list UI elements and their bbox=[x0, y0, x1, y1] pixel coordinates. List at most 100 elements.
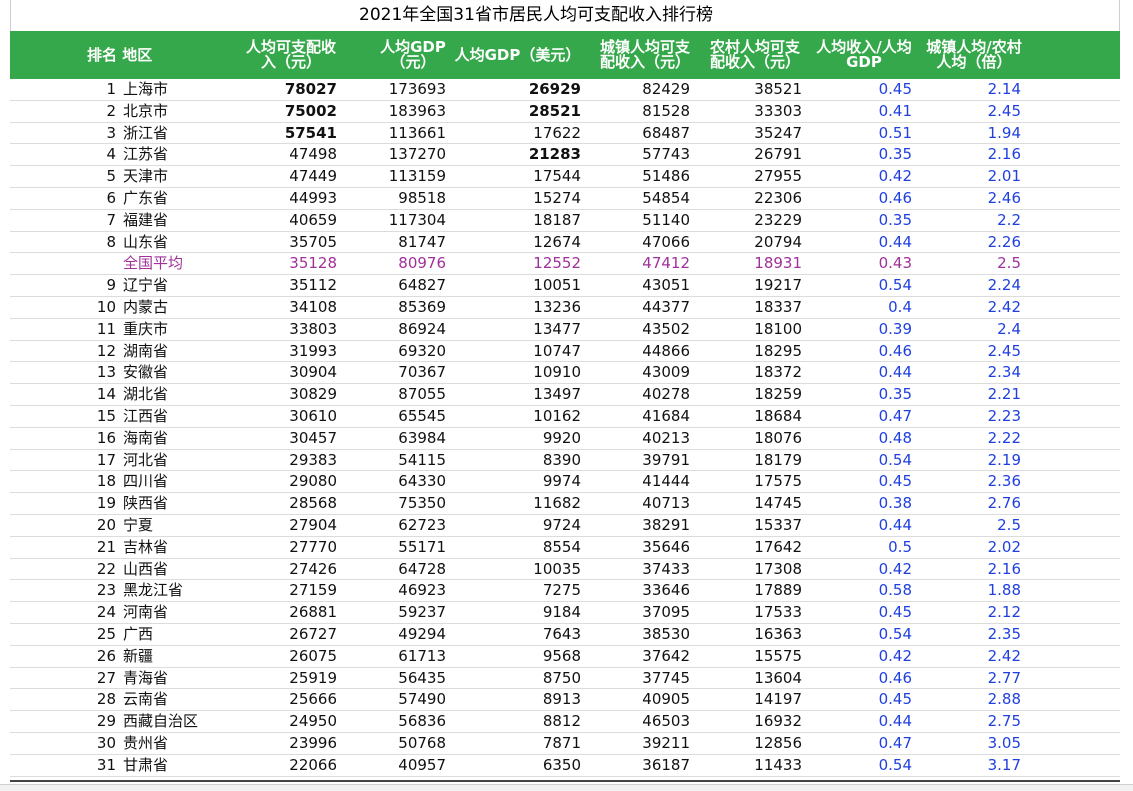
gdp-cell[interactable]: 113661 bbox=[340, 123, 446, 144]
gdp-cell[interactable]: 69320 bbox=[340, 341, 446, 362]
income-cell[interactable]: 27426 bbox=[220, 559, 337, 580]
gdp-cell[interactable]: 61713 bbox=[340, 646, 446, 667]
rank-cell[interactable]: 8 bbox=[10, 232, 116, 253]
table-row[interactable]: 6 广东省 44993 98518 15274 54854 22306 0.46 2.46 bbox=[10, 188, 1120, 210]
income-cell[interactable]: 26881 bbox=[220, 602, 337, 623]
gdp-usd-cell[interactable]: 8750 bbox=[450, 668, 581, 689]
rural-income-cell[interactable]: 26791 bbox=[695, 144, 802, 165]
region-cell[interactable]: 山西省 bbox=[123, 559, 233, 580]
rural-income-cell[interactable]: 18337 bbox=[695, 297, 802, 318]
income-cell[interactable]: 29383 bbox=[220, 450, 337, 471]
urban-income-cell[interactable]: 37095 bbox=[585, 602, 690, 623]
rank-cell[interactable]: 1 bbox=[10, 79, 116, 100]
region-cell[interactable]: 湖北省 bbox=[123, 384, 233, 405]
income-cell[interactable]: 22066 bbox=[220, 755, 337, 776]
table-row[interactable]: 30 贵州省 23996 50768 7871 39211 12856 0.47 3.05 bbox=[10, 733, 1120, 755]
urban-rural-ratio-cell[interactable]: 3.05 bbox=[915, 733, 1021, 754]
rural-income-cell[interactable]: 18076 bbox=[695, 428, 802, 449]
gdp-usd-cell[interactable]: 7643 bbox=[450, 624, 581, 645]
rank-cell[interactable]: 24 bbox=[10, 602, 116, 623]
urban-income-cell[interactable]: 44377 bbox=[585, 297, 690, 318]
income-gdp-ratio-cell[interactable]: 0.45 bbox=[805, 79, 912, 100]
rural-income-cell[interactable]: 38521 bbox=[695, 79, 802, 100]
gdp-cell[interactable]: 64728 bbox=[340, 559, 446, 580]
region-cell[interactable]: 海南省 bbox=[123, 428, 233, 449]
gdp-cell[interactable]: 64827 bbox=[340, 275, 446, 296]
rank-cell[interactable]: 20 bbox=[10, 515, 116, 536]
urban-income-cell[interactable]: 57743 bbox=[585, 144, 690, 165]
header-urban-rural-ratio[interactable]: 城镇人均/农村 人均（倍） bbox=[920, 31, 1028, 79]
gdp-usd-cell[interactable]: 9920 bbox=[450, 428, 581, 449]
urban-rural-ratio-cell[interactable]: 2.46 bbox=[915, 188, 1021, 209]
income-cell[interactable]: 35112 bbox=[220, 275, 337, 296]
urban-rural-ratio-cell[interactable]: 2.76 bbox=[915, 493, 1021, 514]
gdp-cell[interactable]: 113159 bbox=[340, 166, 446, 187]
rural-income-cell[interactable]: 18179 bbox=[695, 450, 802, 471]
rank-cell[interactable]: 13 bbox=[10, 362, 116, 383]
rank-cell[interactable]: 31 bbox=[10, 755, 116, 776]
rank-cell[interactable]: 11 bbox=[10, 319, 116, 340]
region-cell[interactable]: 重庆市 bbox=[123, 319, 233, 340]
urban-income-cell[interactable]: 51140 bbox=[585, 210, 690, 231]
gdp-cell[interactable]: 59237 bbox=[340, 602, 446, 623]
income-cell[interactable]: 27770 bbox=[220, 537, 337, 558]
rural-income-cell[interactable]: 22306 bbox=[695, 188, 802, 209]
rural-income-cell[interactable]: 18372 bbox=[695, 362, 802, 383]
income-gdp-ratio-cell[interactable]: 0.42 bbox=[805, 559, 912, 580]
rural-income-cell[interactable]: 35247 bbox=[695, 123, 802, 144]
income-cell[interactable]: 40659 bbox=[220, 210, 337, 231]
income-gdp-ratio-cell[interactable]: 0.39 bbox=[805, 319, 912, 340]
header-rural-income[interactable]: 农村人均可支 配收入（元） bbox=[705, 31, 805, 79]
urban-rural-ratio-cell[interactable]: 2.42 bbox=[915, 646, 1021, 667]
urban-rural-ratio-cell[interactable]: 2.45 bbox=[915, 101, 1021, 122]
gdp-cell[interactable]: 54115 bbox=[340, 450, 446, 471]
urban-rural-ratio-cell[interactable]: 2.5 bbox=[915, 515, 1021, 536]
income-cell[interactable]: 35128 bbox=[220, 253, 337, 274]
region-cell[interactable]: 宁夏 bbox=[123, 515, 233, 536]
gdp-usd-cell[interactable]: 13477 bbox=[450, 319, 581, 340]
income-cell[interactable]: 24950 bbox=[220, 711, 337, 732]
gdp-usd-cell[interactable]: 13236 bbox=[450, 297, 581, 318]
rural-income-cell[interactable]: 18100 bbox=[695, 319, 802, 340]
region-cell[interactable]: 新疆 bbox=[123, 646, 233, 667]
gdp-usd-cell[interactable]: 17544 bbox=[450, 166, 581, 187]
region-cell[interactable]: 青海省 bbox=[123, 668, 233, 689]
urban-rural-ratio-cell[interactable]: 2.21 bbox=[915, 384, 1021, 405]
income-gdp-ratio-cell[interactable]: 0.46 bbox=[805, 188, 912, 209]
rural-income-cell[interactable]: 15337 bbox=[695, 515, 802, 536]
income-gdp-ratio-cell[interactable]: 0.46 bbox=[805, 341, 912, 362]
rural-income-cell[interactable]: 18684 bbox=[695, 406, 802, 427]
region-cell[interactable]: 江苏省 bbox=[123, 144, 233, 165]
gdp-usd-cell[interactable]: 18187 bbox=[450, 210, 581, 231]
table-row[interactable]: 22 山西省 27426 64728 10035 37433 17308 0.42 2.16 bbox=[10, 559, 1120, 581]
income-cell[interactable]: 33803 bbox=[220, 319, 337, 340]
urban-income-cell[interactable]: 37433 bbox=[585, 559, 690, 580]
rank-cell[interactable]: 5 bbox=[10, 166, 116, 187]
table-row[interactable]: 13 安徽省 30904 70367 10910 43009 18372 0.44 2.34 bbox=[10, 362, 1120, 385]
rural-income-cell[interactable]: 17308 bbox=[695, 559, 802, 580]
urban-rural-ratio-cell[interactable]: 1.88 bbox=[915, 580, 1021, 601]
income-gdp-ratio-cell[interactable]: 0.45 bbox=[805, 471, 912, 492]
gdp-cell[interactable]: 63984 bbox=[340, 428, 446, 449]
urban-rural-ratio-cell[interactable]: 2.4 bbox=[915, 319, 1021, 340]
income-cell[interactable]: 28568 bbox=[220, 493, 337, 514]
urban-rural-ratio-cell[interactable]: 2.35 bbox=[915, 624, 1021, 645]
gdp-usd-cell[interactable]: 9724 bbox=[450, 515, 581, 536]
region-cell[interactable]: 河南省 bbox=[123, 602, 233, 623]
income-gdp-ratio-cell[interactable]: 0.42 bbox=[805, 166, 912, 187]
urban-rural-ratio-cell[interactable]: 2.01 bbox=[915, 166, 1021, 187]
income-cell[interactable]: 26727 bbox=[220, 624, 337, 645]
urban-rural-ratio-cell[interactable]: 2.88 bbox=[915, 689, 1021, 710]
urban-rural-ratio-cell[interactable]: 2.26 bbox=[915, 232, 1021, 253]
gdp-cell[interactable]: 64330 bbox=[340, 471, 446, 492]
urban-income-cell[interactable]: 82429 bbox=[585, 79, 690, 100]
header-gdp-usd[interactable]: 人均GDP（美元） bbox=[450, 31, 585, 79]
region-cell[interactable]: 四川省 bbox=[123, 471, 233, 492]
table-row[interactable]: 15 江西省 30610 65545 10162 41684 18684 0.47 2.23 bbox=[10, 406, 1120, 428]
urban-income-cell[interactable]: 40213 bbox=[585, 428, 690, 449]
gdp-usd-cell[interactable]: 9974 bbox=[450, 471, 581, 492]
gdp-usd-cell[interactable]: 10162 bbox=[450, 406, 581, 427]
income-cell[interactable]: 35705 bbox=[220, 232, 337, 253]
income-gdp-ratio-cell[interactable]: 0.38 bbox=[805, 493, 912, 514]
table-row[interactable]: 29 西藏自治区 24950 56836 8812 46503 16932 0.44 2.75 bbox=[10, 711, 1120, 733]
